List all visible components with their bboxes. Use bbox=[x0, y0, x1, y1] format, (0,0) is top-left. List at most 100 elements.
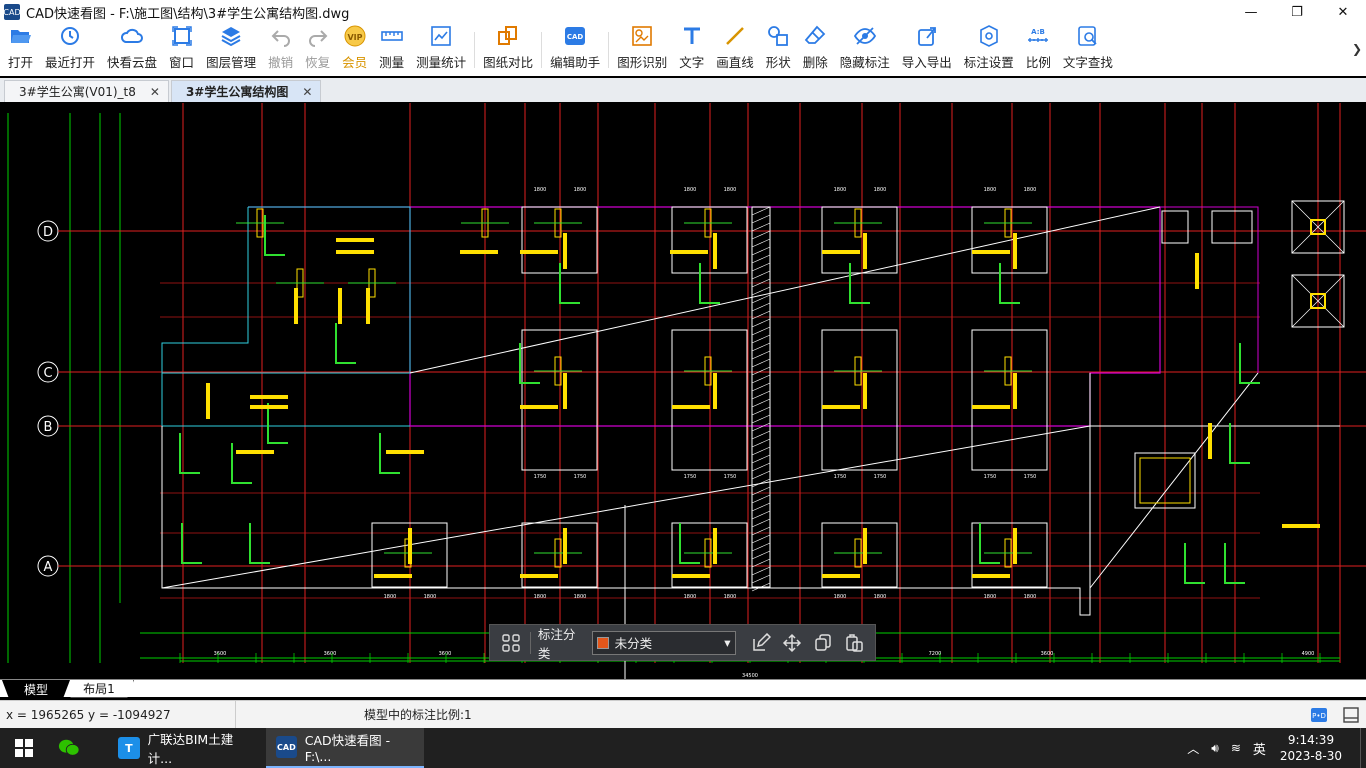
taskbar-app-glodon[interactable]: T 广联达BIM土建计... bbox=[108, 728, 266, 768]
toolbar-overflow-icon[interactable]: ❯ bbox=[1352, 42, 1362, 56]
toolbar-button-label: 打开 bbox=[8, 55, 34, 70]
move-icon[interactable] bbox=[779, 630, 804, 656]
rebar-note bbox=[520, 574, 558, 578]
rebar-note bbox=[1195, 253, 1199, 289]
copy-icon[interactable] bbox=[810, 630, 835, 656]
toolbar-line-button[interactable]: 画直线 bbox=[710, 24, 760, 76]
close-icon[interactable]: ✕ bbox=[150, 85, 160, 99]
toolbar-history-button[interactable]: 最近打开 bbox=[39, 24, 101, 76]
toolbar-window-button[interactable]: 窗口 bbox=[163, 24, 200, 76]
annotation-category-label: 标注分类 bbox=[537, 626, 576, 661]
tab-layout1[interactable]: 布局1 bbox=[64, 680, 134, 698]
hatch-line bbox=[751, 526, 771, 536]
footing bbox=[1211, 210, 1253, 244]
chevron-up-icon[interactable]: ︿ bbox=[1187, 740, 1199, 757]
toolbar-text-search-button[interactable]: 文字查找 bbox=[1057, 24, 1119, 76]
hatch-line bbox=[751, 230, 771, 240]
dimension-text: 1750 bbox=[1024, 474, 1037, 480]
toolbar-button-label: 图纸对比 bbox=[483, 55, 534, 70]
toolbar-vip-button[interactable]: VIP 会员 bbox=[336, 24, 373, 76]
volume-icon[interactable]: 🔊︎ bbox=[1211, 741, 1219, 756]
eraser-icon bbox=[803, 24, 827, 48]
show-desktop-button[interactable] bbox=[1360, 728, 1366, 768]
folder-open-icon bbox=[9, 24, 33, 48]
network-icon[interactable]: ≋ bbox=[1231, 741, 1241, 755]
rebar-note bbox=[972, 574, 1010, 578]
minimize-button[interactable]: — bbox=[1228, 0, 1274, 24]
hatch-line bbox=[751, 238, 771, 248]
toolbar-button-label: 窗口 bbox=[169, 55, 195, 70]
toolbar-button-label: 快看云盘 bbox=[107, 55, 158, 70]
toolbar-eraser-button[interactable]: 删除 bbox=[797, 24, 834, 76]
toolbar-text-button[interactable]: 文字 bbox=[673, 24, 710, 76]
rebar-note bbox=[336, 238, 374, 242]
toolbar-annotation-settings-button[interactable]: 标注设置 bbox=[958, 24, 1020, 76]
rebar-note bbox=[366, 288, 370, 324]
tab-label: 3#学生公寓(V01)_t8 bbox=[19, 85, 136, 99]
hatch-line bbox=[751, 342, 771, 352]
axis-label: D bbox=[43, 225, 53, 240]
clock[interactable]: 9:14:39 2023-8-30 bbox=[1280, 732, 1342, 764]
drawing-canvas[interactable]: D C B A 1800 1800 1800 1800 1800 1800 1800 1800 1750… bbox=[0, 103, 1366, 679]
toolbar-undo-button[interactable]: 撤销 bbox=[262, 24, 299, 76]
toolbar-import-export-button[interactable]: 导入导出 bbox=[896, 24, 958, 76]
hatch-line bbox=[751, 430, 771, 440]
ime-indicator[interactable]: 英 bbox=[1253, 739, 1266, 758]
shape-recognize-icon bbox=[630, 24, 654, 48]
dimension-text: 1750 bbox=[874, 474, 887, 480]
toolbar-shape-button[interactable]: 形状 bbox=[760, 24, 797, 76]
rebar-note bbox=[336, 250, 374, 254]
dimension-text: 1800 bbox=[1024, 594, 1037, 600]
tab-doc-2[interactable]: 3#学生公寓结构图 ✕ bbox=[170, 80, 322, 102]
rebar-note bbox=[460, 250, 498, 254]
hatch-line bbox=[751, 502, 771, 512]
hatch-line bbox=[751, 302, 771, 312]
rebar-note bbox=[713, 373, 717, 409]
hatch-line bbox=[751, 318, 771, 328]
toolbar-button-label: 测量统计 bbox=[416, 55, 467, 70]
toolbar-button-label: 撤销 bbox=[268, 55, 294, 70]
toolbar-layers-button[interactable]: 图层管理 bbox=[200, 24, 262, 76]
paste-icon[interactable] bbox=[841, 630, 866, 656]
grid-menu-icon[interactable] bbox=[499, 630, 524, 656]
hatch-line bbox=[751, 534, 771, 544]
hatch-line bbox=[751, 270, 771, 280]
start-button[interactable] bbox=[0, 728, 48, 768]
dimension-text: 3600 bbox=[1041, 651, 1054, 657]
taskbar-app-wechat[interactable] bbox=[48, 728, 108, 768]
pdf-icon[interactable]: P•D bbox=[1310, 706, 1328, 724]
cad-drawing[interactable]: D C B A 1800 1800 1800 1800 1800 1800 1800 1800 1750… bbox=[0, 103, 1366, 679]
toolbar-measure-stats-button[interactable]: 测量统计 bbox=[410, 24, 472, 76]
toolbar-compare-button[interactable]: 图纸对比 bbox=[477, 24, 539, 76]
toolbar-folder-open-button[interactable]: 打开 bbox=[2, 24, 39, 76]
wall-segment bbox=[181, 523, 202, 564]
annotation-settings-icon bbox=[977, 24, 1001, 48]
toolbar-divider bbox=[541, 32, 543, 68]
taskbar-app-cad[interactable]: CAD CAD快速看图 - F:\... bbox=[266, 728, 424, 768]
toolbar-scale-button[interactable]: A:B 比例 bbox=[1020, 24, 1057, 76]
close-icon[interactable]: ✕ bbox=[302, 85, 312, 99]
toolbar-shape-recognize-button[interactable]: 图形识别 bbox=[611, 24, 673, 76]
hatch-line bbox=[751, 454, 771, 464]
dimension-text: 4900 bbox=[1302, 651, 1315, 657]
toolbar-hide-button[interactable]: 隐藏标注 bbox=[834, 24, 896, 76]
close-button[interactable]: ✕ bbox=[1320, 0, 1366, 24]
category-selected: 未分类 bbox=[614, 636, 653, 651]
toolbar-edit-assistant-button[interactable]: CAD 编辑助手 bbox=[544, 24, 606, 76]
edit-icon[interactable] bbox=[749, 630, 774, 656]
building-outline bbox=[161, 373, 1091, 616]
annotation-category-select[interactable]: 未分类 ▾ bbox=[591, 630, 736, 655]
restore-button[interactable]: ❐ bbox=[1274, 0, 1320, 24]
rebar-note bbox=[563, 528, 567, 564]
toolbar-redo-button[interactable]: 恢复 bbox=[299, 24, 336, 76]
toolbar-ruler-button[interactable]: 测量 bbox=[373, 24, 410, 76]
edit-assistant-icon: CAD bbox=[563, 24, 587, 48]
tab-doc-1[interactable]: 3#学生公寓(V01)_t8 ✕ bbox=[4, 80, 169, 102]
toolbar-button-label: 图形识别 bbox=[617, 55, 668, 70]
wall-segment bbox=[1239, 343, 1260, 384]
toolbar-cloud-button[interactable]: 快看云盘 bbox=[101, 24, 163, 76]
fullscreen-icon[interactable] bbox=[1342, 706, 1360, 724]
wall-segment bbox=[979, 523, 1000, 564]
tab-model[interactable]: 模型 bbox=[2, 680, 70, 698]
wall-segment bbox=[1229, 423, 1250, 464]
